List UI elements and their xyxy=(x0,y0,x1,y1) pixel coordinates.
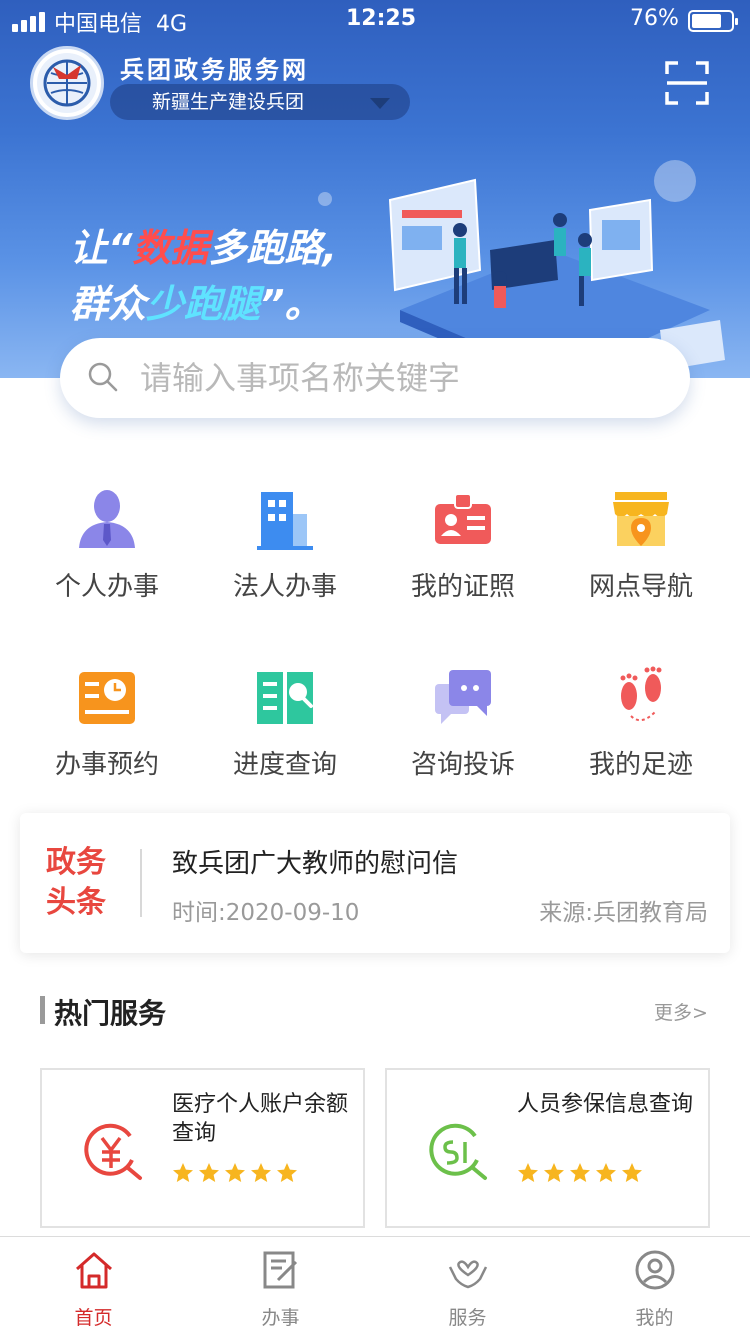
star-icon xyxy=(199,1163,219,1182)
user-circle-icon xyxy=(635,1250,675,1290)
service-appointment[interactable]: 办事预约 xyxy=(18,658,196,788)
search-icon xyxy=(88,362,118,392)
headline-tag: 政务 头条 xyxy=(46,845,106,920)
search-bar[interactable] xyxy=(60,338,690,418)
hot-services-title: 热门服务 xyxy=(54,997,167,1030)
home-icon xyxy=(76,1252,112,1289)
banner-slogan: 让“数据多跑路, 群众少跑腿”。 xyxy=(70,220,337,332)
footprints-icon xyxy=(620,666,662,722)
app-logo xyxy=(30,46,104,120)
service-label: 网点导航 xyxy=(588,572,693,602)
service-my-footprints[interactable]: 我的足迹 xyxy=(552,658,730,788)
calendar-clock-icon xyxy=(79,672,135,724)
battery-icon xyxy=(688,10,738,32)
status-time: 12:25 xyxy=(346,6,417,31)
service-label: 法人办事 xyxy=(232,572,337,602)
heart-hands-icon xyxy=(448,1260,488,1289)
slogan-line-2: 群众少跑腿”。 xyxy=(70,282,323,326)
service-label: 我的证照 xyxy=(410,572,515,602)
hot-service-title: 医疗个人账户余额查询 xyxy=(172,1092,349,1146)
header-banner: 中国电信 4G 12:25 76% 兵团政务服务网 新疆生产建设兵团 让“数据多… xyxy=(0,0,750,378)
headline-news-card[interactable]: 政务 头条 致兵团广大教师的慰问信 时间:2020-09-10 来源:兵团教育局 xyxy=(20,813,730,953)
service-branch-navigation[interactable]: 网点导航 xyxy=(552,480,730,610)
headline-time: 时间:2020-09-10 xyxy=(172,900,360,926)
star-icon xyxy=(596,1163,616,1182)
tab-label: 首页 xyxy=(74,1307,113,1329)
person-icon xyxy=(79,490,135,548)
status-bar: 中国电信 4G 12:25 76% xyxy=(0,0,750,40)
headline-source: 来源:兵团教育局 xyxy=(539,900,708,926)
book-search-icon xyxy=(257,672,313,724)
scan-icon[interactable] xyxy=(664,60,710,106)
store-location-icon xyxy=(613,492,669,546)
service-label: 进度查询 xyxy=(232,750,337,780)
tab-affairs[interactable]: 办事 xyxy=(187,1237,374,1334)
star-icon xyxy=(251,1163,271,1182)
search-input[interactable] xyxy=(140,356,660,400)
service-corporate[interactable]: 法人办事 xyxy=(196,480,374,610)
tab-label: 办事 xyxy=(261,1307,300,1329)
battery-percent: 76% xyxy=(630,6,679,31)
service-my-licenses[interactable]: 我的证照 xyxy=(374,480,552,610)
bottom-tab-bar: 首页 办事 服务 我的 xyxy=(0,1236,750,1334)
service-personal[interactable]: 个人办事 xyxy=(18,480,196,610)
service-progress-query[interactable]: 进度查询 xyxy=(196,658,374,788)
service-label: 咨询投诉 xyxy=(410,750,515,780)
star-icon xyxy=(518,1163,538,1182)
chat-bubble-icon xyxy=(435,670,491,724)
tab-mine[interactable]: 我的 xyxy=(561,1237,748,1334)
star-icon xyxy=(277,1163,297,1182)
service-label: 个人办事 xyxy=(54,572,159,602)
caret-down-icon xyxy=(370,98,390,109)
star-icon xyxy=(622,1163,642,1182)
tab-label: 我的 xyxy=(635,1307,674,1329)
signal-icon xyxy=(12,12,45,32)
section-marker xyxy=(40,996,45,1024)
document-edit-icon xyxy=(263,1251,298,1289)
hot-service-card[interactable]: 人员参保信息查询 xyxy=(385,1068,710,1228)
carrier-name: 中国电信 4G xyxy=(54,12,188,37)
service-label: 办事预约 xyxy=(54,750,159,780)
region-selector-label: 新疆生产建设兵团 xyxy=(152,91,305,113)
si-search-icon xyxy=(429,1123,487,1180)
rating-stars xyxy=(517,1162,643,1184)
rating-stars xyxy=(172,1162,298,1184)
star-icon xyxy=(225,1163,245,1182)
tab-home[interactable]: 首页 xyxy=(0,1237,187,1334)
headline-title[interactable]: 致兵团广大教师的慰问信 xyxy=(172,843,458,880)
service-consult-complaint[interactable]: 咨询投诉 xyxy=(374,658,552,788)
slogan-line-1: 让“数据多跑路, xyxy=(70,226,337,270)
hot-service-card[interactable]: 医疗个人账户余额查询 xyxy=(40,1068,365,1228)
yuan-search-icon xyxy=(84,1123,142,1180)
tab-services[interactable]: 服务 xyxy=(374,1237,561,1334)
region-selector[interactable]: 新疆生产建设兵团 xyxy=(110,84,410,120)
hot-service-title: 人员参保信息查询 xyxy=(517,1092,694,1117)
star-icon xyxy=(570,1163,590,1182)
id-card-icon xyxy=(435,493,491,544)
decorative-bubble xyxy=(318,192,332,206)
star-icon xyxy=(173,1163,193,1182)
more-link[interactable]: 更多> xyxy=(654,998,708,1025)
service-label: 我的足迹 xyxy=(588,750,693,780)
building-icon xyxy=(257,492,313,550)
divider xyxy=(140,849,142,917)
app-title: 兵团政务服务网 xyxy=(120,56,309,84)
tab-label: 服务 xyxy=(448,1307,487,1329)
star-icon xyxy=(544,1163,564,1182)
